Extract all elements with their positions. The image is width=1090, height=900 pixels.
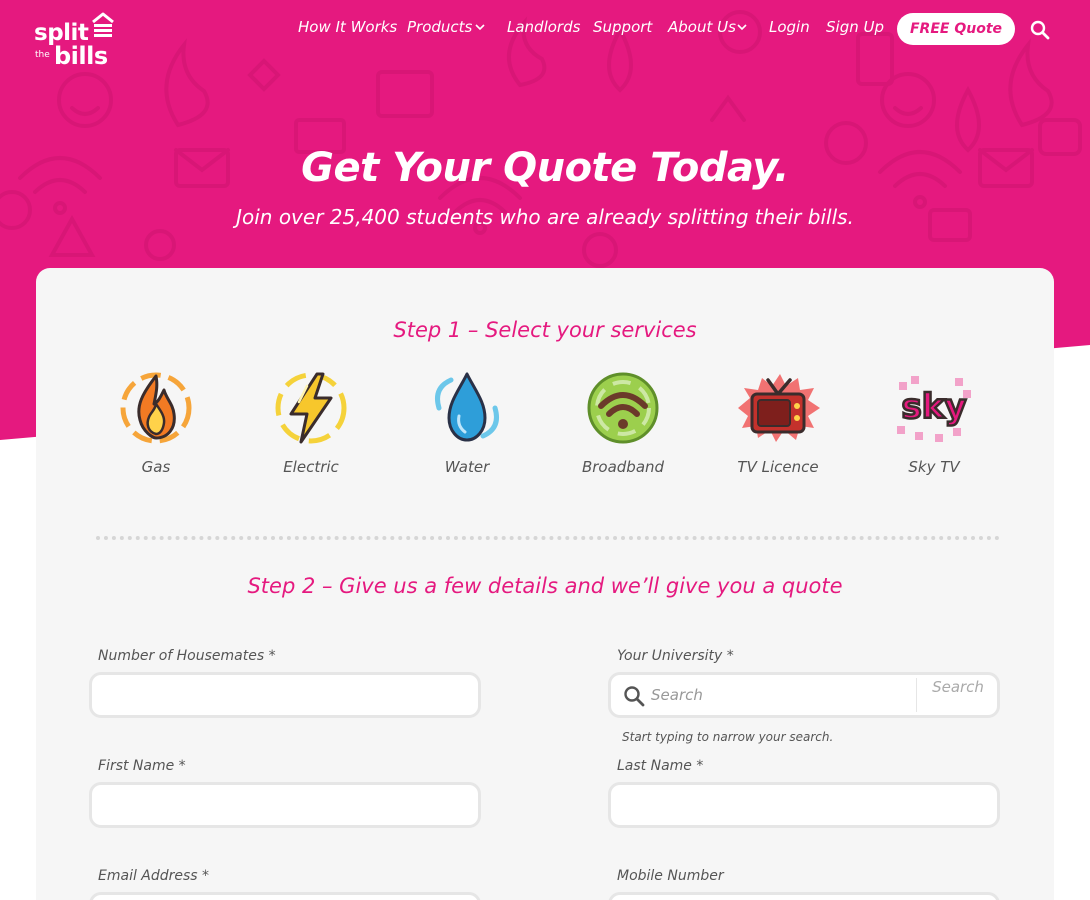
university-search-input[interactable] [651,678,909,712]
service-electric[interactable]: Electric [251,368,371,476]
service-water[interactable]: Water [407,368,527,476]
search-icon [624,686,645,707]
last-name-label: Last Name * [617,758,704,774]
university-hint: Start typing to narrow your search. [622,730,834,744]
nav-landlords[interactable]: Landlords [507,18,580,36]
nav-about-us[interactable]: About Us [668,18,736,36]
chevron-down-icon[interactable] [737,24,747,31]
last-name-input[interactable] [608,782,1000,828]
mobile-input[interactable] [608,892,1000,900]
first-name-input[interactable] [89,782,481,828]
university-search-field: Search [608,672,1000,718]
service-tv-licence[interactable]: TV Licence [718,368,838,476]
water-drop-icon [435,372,499,442]
service-label: Sky TV [908,458,960,476]
service-label: Electric [283,458,339,476]
service-label: TV Licence [737,458,819,476]
service-label: Broadband [581,458,665,476]
top-nav: split the bills How It Works Products La… [0,0,1090,70]
housemates-input[interactable] [89,672,481,718]
chevron-down-icon[interactable] [475,24,485,31]
lightning-icon [275,372,347,444]
search-separator [916,678,917,712]
housemates-label: Number of Housemates * [98,648,276,664]
nav-login[interactable]: Login [769,18,810,36]
service-label: Water [444,458,490,476]
sky-logo-icon: sky [897,376,971,442]
free-quote-button[interactable]: FREE Quote [897,13,1015,45]
logo-text-bills: bills [54,42,108,70]
step1-title: Step 1 – Select your services [393,318,697,342]
logo-text-the: the [35,50,50,60]
page-subtitle: Join over 25,400 students who are alread… [236,205,854,229]
first-name-label: First Name * [98,758,186,774]
quote-form-card: Step 1 – Select your services Gas Electr… [36,268,1054,900]
service-broadband[interactable]: Broadband [563,368,683,476]
sky-logo-text: sky [901,387,966,427]
step2-title: Step 2 – Give us a few details and we’ll… [247,574,843,598]
service-gas[interactable]: Gas [96,368,216,476]
nav-sign-up[interactable]: Sign Up [826,18,884,36]
section-divider [96,536,1000,540]
brand-logo[interactable]: split the bills [34,12,124,70]
flame-icon [120,372,192,444]
tv-icon [738,374,820,442]
service-sky-tv[interactable]: sky Sky TV [874,368,994,476]
nav-support[interactable]: Support [593,18,652,36]
nav-how-it-works[interactable]: How It Works [298,18,397,36]
university-search-button[interactable]: Search [919,678,997,712]
search-icon[interactable] [1030,20,1050,40]
mobile-label: Mobile Number [617,868,724,884]
page-title: Get Your Quote Today. [301,145,789,191]
email-label: Email Address * [98,868,210,884]
service-label: Gas [141,458,171,476]
wifi-icon [587,372,659,444]
university-label: Your University * [617,648,734,664]
email-input[interactable] [89,892,481,900]
nav-products[interactable]: Products [407,18,472,36]
house-icon [92,12,114,37]
